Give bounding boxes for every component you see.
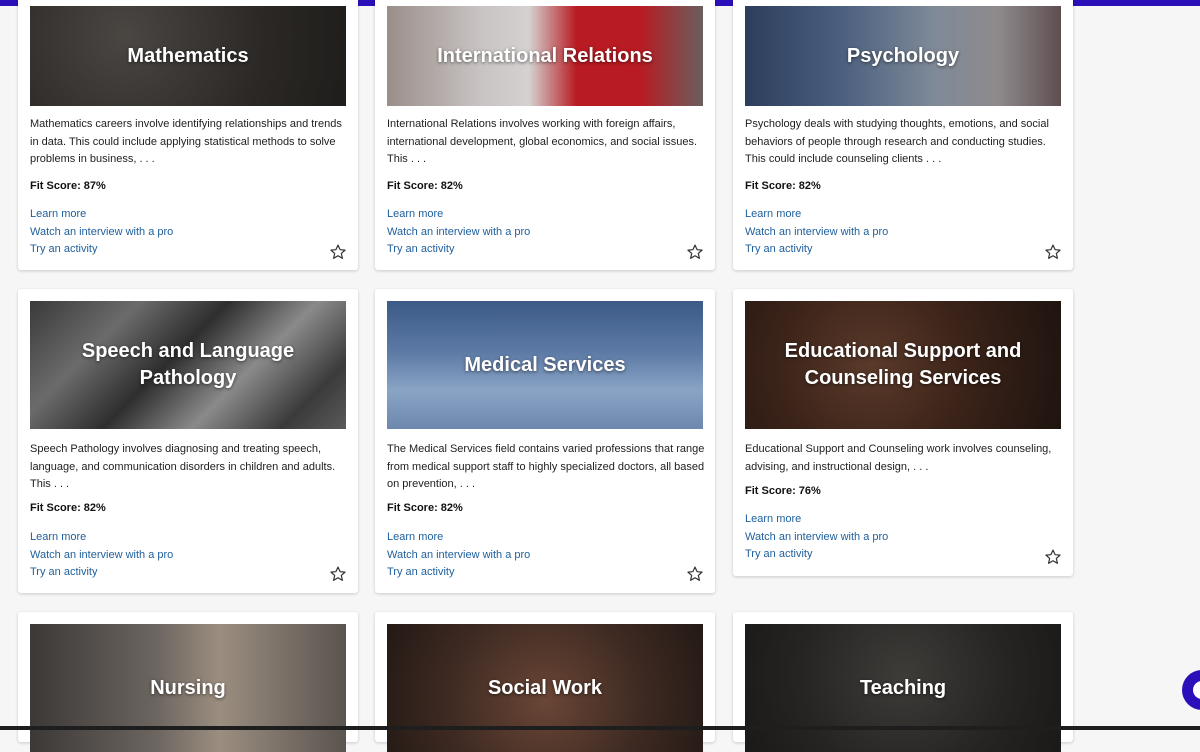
learn-more-link[interactable]: Learn more	[745, 511, 888, 529]
fit-score: Fit Score: 76%	[745, 485, 821, 497]
card-description: Speech Pathology involves diagnosing and…	[30, 443, 336, 490]
fit-score: Fit Score: 82%	[30, 502, 106, 514]
career-card-social-work: Social Work	[375, 612, 715, 752]
watch-interview-link[interactable]: Watch an interview with a pro	[30, 547, 173, 565]
star-outline-icon[interactable]	[686, 243, 704, 261]
try-activity-link[interactable]: Try an activity	[30, 241, 173, 259]
card-image[interactable]: International Relations	[387, 6, 703, 106]
card-title: Social Work	[487, 676, 603, 699]
star-outline-icon[interactable]	[329, 565, 347, 583]
bottom-edge-bar	[0, 726, 1200, 730]
card-image[interactable]: Mathematics	[30, 6, 346, 106]
card-image[interactable]: Social Work	[387, 624, 703, 752]
learn-more-link[interactable]: Learn more	[30, 206, 173, 224]
star-outline-icon[interactable]	[686, 565, 704, 583]
card-description: Psychology deals with studying thoughts,…	[745, 118, 1049, 165]
try-activity-link[interactable]: Try an activity	[745, 546, 888, 564]
career-card-educational-support-counseling: Educational Support and Counseling Servi…	[733, 289, 1073, 576]
card-title: Educational Support and Counseling Servi…	[784, 340, 1022, 389]
card-description: International Relations involves working…	[387, 118, 698, 165]
star-outline-icon[interactable]	[1044, 548, 1062, 566]
watch-interview-link[interactable]: Watch an interview with a pro	[745, 529, 888, 547]
card-image[interactable]: Speech and Language Pathology	[30, 301, 346, 429]
career-card-psychology: Psychology Psychology deals with studyin…	[733, 0, 1073, 270]
card-links: Learn more Watch an interview with a pro…	[30, 206, 173, 259]
career-card-teaching: Teaching	[733, 612, 1073, 752]
card-links: Learn more Watch an interview with a pro…	[30, 529, 173, 582]
card-title: Medical Services	[464, 353, 626, 376]
watch-interview-link[interactable]: Watch an interview with a pro	[745, 224, 888, 242]
career-cards-grid: Mathematics Mathematics careers involve …	[0, 0, 1200, 752]
star-outline-icon[interactable]	[1044, 243, 1062, 261]
card-image[interactable]: Medical Services	[387, 301, 703, 429]
career-card-mathematics: Mathematics Mathematics careers involve …	[18, 0, 358, 270]
chat-bubble-inner	[1193, 681, 1200, 699]
watch-interview-link[interactable]: Watch an interview with a pro	[387, 547, 530, 565]
card-image[interactable]: Teaching	[745, 624, 1061, 752]
try-activity-link[interactable]: Try an activity	[30, 564, 173, 582]
learn-more-link[interactable]: Learn more	[387, 529, 530, 547]
card-title: Teaching	[859, 676, 947, 699]
card-title: International Relations	[437, 44, 653, 67]
card-links: Learn more Watch an interview with a pro…	[745, 206, 888, 259]
card-links: Learn more Watch an interview with a pro…	[387, 529, 530, 582]
career-card-medical-services: Medical Services The Medical Services fi…	[375, 289, 715, 593]
watch-interview-link[interactable]: Watch an interview with a pro	[30, 224, 173, 242]
card-links: Learn more Watch an interview with a pro…	[745, 511, 888, 564]
learn-more-link[interactable]: Learn more	[30, 529, 173, 547]
fit-score: Fit Score: 82%	[745, 180, 821, 192]
card-image[interactable]: Educational Support and Counseling Servi…	[745, 301, 1061, 429]
fit-score: Fit Score: 82%	[387, 180, 463, 192]
learn-more-link[interactable]: Learn more	[745, 206, 888, 224]
try-activity-link[interactable]: Try an activity	[745, 241, 888, 259]
card-image[interactable]: Nursing	[30, 624, 346, 752]
card-links: Learn more Watch an interview with a pro…	[387, 206, 530, 259]
card-title: Speech and Language Pathology	[81, 340, 295, 389]
card-title: Mathematics	[127, 44, 249, 67]
star-outline-icon[interactable]	[329, 243, 347, 261]
try-activity-link[interactable]: Try an activity	[387, 241, 530, 259]
learn-more-link[interactable]: Learn more	[387, 206, 530, 224]
card-image[interactable]: Psychology	[745, 6, 1061, 106]
try-activity-link[interactable]: Try an activity	[387, 564, 530, 582]
career-card-speech-language-pathology: Speech and Language Pathology Speech Pat…	[18, 289, 358, 593]
card-description: The Medical Services field contains vari…	[387, 443, 705, 490]
watch-interview-link[interactable]: Watch an interview with a pro	[387, 224, 530, 242]
card-description: Educational Support and Counseling work …	[745, 443, 1052, 473]
career-card-international-relations: International Relations International Re…	[375, 0, 715, 270]
career-card-nursing: Nursing	[18, 612, 358, 752]
card-title: Nursing	[150, 676, 226, 699]
fit-score: Fit Score: 82%	[387, 502, 463, 514]
fit-score: Fit Score: 87%	[30, 180, 106, 192]
card-description: Mathematics careers involve identifying …	[30, 118, 342, 165]
card-title: Psychology	[846, 44, 960, 67]
